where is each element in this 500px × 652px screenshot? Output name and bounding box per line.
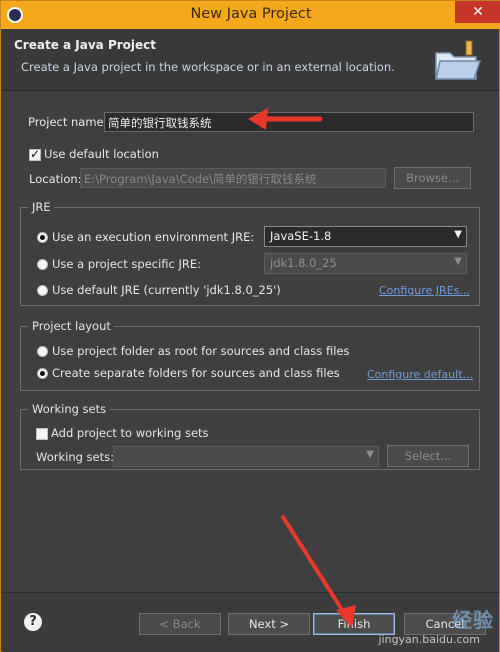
add-to-working-sets-label: Add project to working sets [51, 426, 209, 440]
finish-button[interactable]: Finish [313, 613, 395, 635]
use-default-location-checkbox[interactable] [29, 147, 41, 161]
chevron-down-icon: ▼ [454, 256, 462, 267]
banner-description: Create a Java project in the workspace o… [21, 60, 395, 74]
jre-execution-environment-radio[interactable] [37, 232, 48, 243]
project-specific-jre-value: jdk1.8.0_25 [270, 256, 337, 270]
title-bar: New Java Project ✕ [1, 1, 500, 29]
select-working-sets-button[interactable]: Select... [387, 445, 469, 467]
watermark-url: jingyan.baidu.com [378, 633, 480, 646]
new-java-project-window: New Java Project ✕ Create a Java Project… [0, 0, 500, 652]
execution-environment-value: JavaSE-1.8 [270, 229, 332, 243]
browse-button[interactable]: Browse... [394, 167, 471, 189]
chevron-down-icon: ▼ [366, 449, 374, 460]
layout-separate-folders-label: Create separate folders for sources and … [52, 366, 340, 380]
jre-execution-environment-label: Use an execution environment JRE: [52, 230, 255, 244]
wizard-content: Project name: 简单的银行取钱系统 Use default loca… [2, 92, 499, 592]
banner-title: Create a Java Project [14, 38, 157, 52]
jre-group-title: JRE [29, 200, 54, 214]
configure-default-link[interactable]: Configure default... [367, 368, 473, 381]
close-button[interactable]: ✕ [455, 1, 500, 23]
configure-jres-link[interactable]: Configure JREs... [379, 284, 470, 297]
layout-separate-folders-radio[interactable] [37, 368, 48, 379]
window-title: New Java Project [190, 6, 312, 22]
chevron-down-icon: ▼ [454, 229, 462, 240]
jre-default-radio[interactable] [37, 285, 48, 296]
location-input[interactable]: E:\Program\Java\Code\简单的银行取钱系统 [80, 168, 386, 188]
use-default-location-label: Use default location [44, 147, 159, 161]
next-button[interactable]: Next > [228, 613, 310, 635]
watermark-brand: 经验 [452, 608, 494, 632]
wizard-banner: Create a Java Project Create a Java proj… [2, 29, 499, 91]
project-specific-jre-select[interactable]: jdk1.8.0_25 ▼ [264, 253, 467, 274]
layout-root-folder-radio[interactable] [37, 346, 48, 357]
project-layout-group: Project layout [20, 319, 480, 391]
project-name-label: Project name: [28, 115, 108, 129]
jre-default-label: Use default JRE (currently 'jdk1.8.0_25'… [52, 283, 281, 297]
jre-project-specific-radio[interactable] [37, 259, 48, 270]
project-layout-group-title: Project layout [29, 319, 114, 333]
working-sets-group-title: Working sets [29, 402, 110, 416]
working-sets-select[interactable]: ▼ [113, 446, 379, 467]
layout-root-folder-label: Use project folder as root for sources a… [52, 344, 350, 358]
java-project-folder-icon [435, 40, 482, 80]
location-label: Location: [29, 172, 82, 186]
working-sets-label: Working sets: [36, 450, 115, 464]
project-name-input[interactable]: 简单的银行取钱系统 [104, 112, 474, 132]
help-icon[interactable]: ? [24, 613, 42, 631]
add-to-working-sets-checkbox[interactable] [36, 428, 48, 440]
back-button[interactable]: < Back [139, 613, 221, 635]
jre-project-specific-label: Use a project specific JRE: [52, 257, 202, 271]
execution-environment-select[interactable]: JavaSE-1.8 ▼ [264, 226, 467, 247]
